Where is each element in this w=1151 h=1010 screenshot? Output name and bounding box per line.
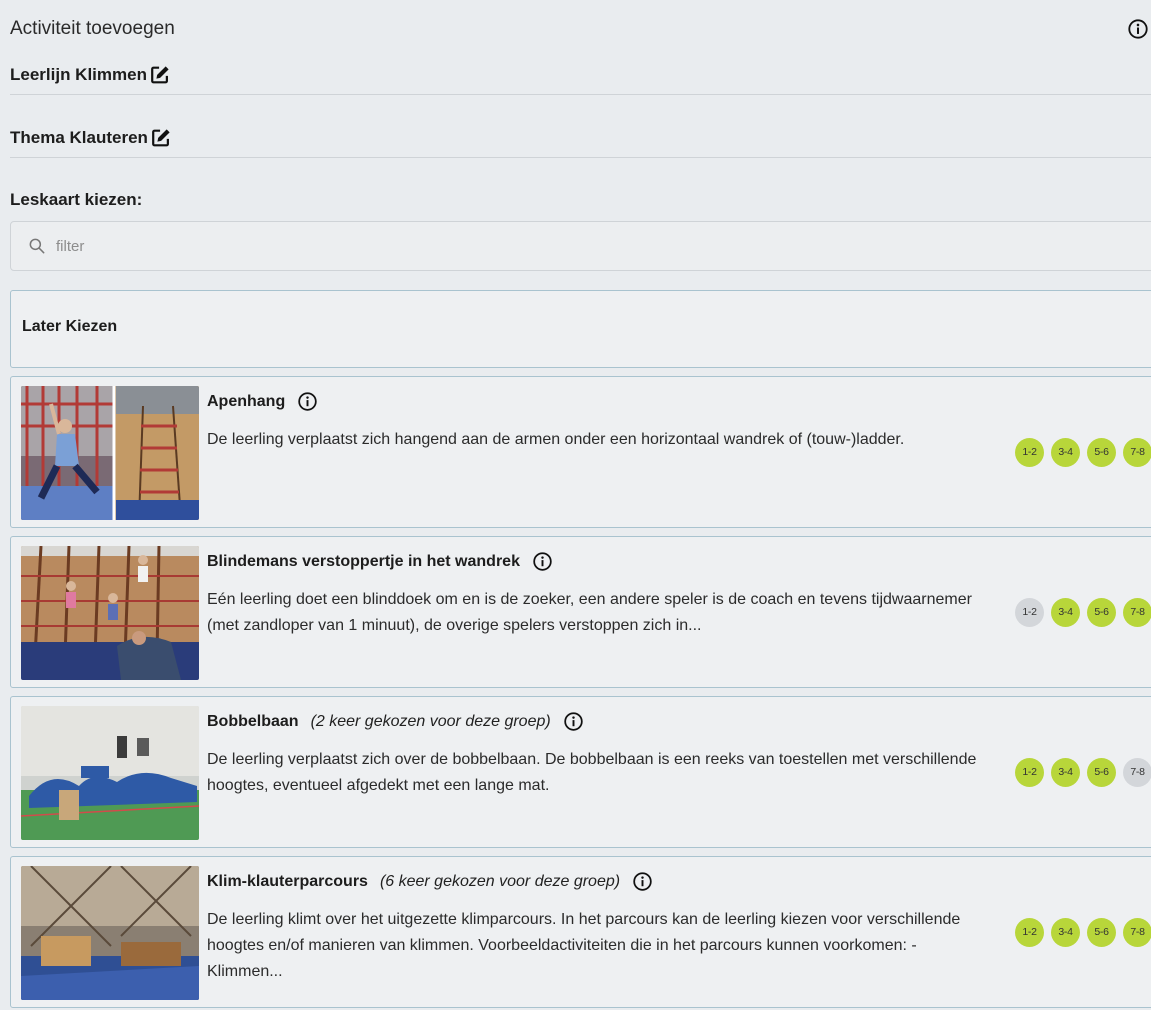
group-badge: 1-2	[1015, 917, 1044, 947]
group-badge: 7-8	[1123, 757, 1151, 787]
search-icon	[27, 236, 47, 256]
leerlijn-field: Leerlijn Klimmen	[10, 55, 1151, 95]
info-icon[interactable]	[297, 391, 318, 412]
page-title: Activiteit toevoegen	[10, 18, 175, 39]
group-badge: 5-6	[1087, 437, 1116, 467]
thema-field: Thema Klauteren	[10, 118, 1151, 158]
leskaart-label: Leskaart kiezen:	[10, 190, 143, 209]
thema-label: Thema Klauteren	[10, 127, 148, 147]
activity-name: Bobbelbaan	[207, 712, 299, 730]
group-badge: 5-6	[1087, 597, 1116, 627]
activity-selection-count: (6 keer gekozen voor deze groep)	[379, 872, 621, 890]
group-badge: 3-4	[1051, 917, 1080, 947]
group-badge: 5-6	[1087, 917, 1116, 947]
activity-card-bobbelbaan[interactable]: Bobbelbaan (2 keer gekozen voor deze gro…	[10, 696, 1151, 848]
activity-image	[21, 386, 199, 520]
group-badge: 3-4	[1051, 757, 1080, 787]
activity-name: Klim-klauterparcours	[207, 872, 368, 890]
edit-icon[interactable]	[150, 127, 172, 149]
info-icon[interactable]	[563, 711, 584, 732]
activity-image	[21, 546, 199, 680]
activity-image	[21, 706, 199, 840]
activity-name: Apenhang	[207, 392, 286, 410]
info-icon[interactable]	[532, 551, 553, 572]
activity-selection-count: (2 keer gekozen voor deze groep)	[310, 712, 551, 730]
panel-header: Activiteit toevoegen	[10, 14, 1151, 44]
activity-card-klim-klauterparcours[interactable]: Klim-klauterparcours (6 keer gekozen voo…	[10, 856, 1151, 1008]
group-badge: 7-8	[1123, 917, 1151, 947]
group-badge: 3-4	[1051, 437, 1080, 467]
group-badge: 1-2	[1015, 437, 1044, 467]
group-badges: 1-2 3-4 5-6 7-8	[1015, 537, 1151, 687]
activity-card-apenhang[interactable]: Apenhang De leerling verplaatst zich han…	[10, 376, 1151, 528]
later-kiezen-option[interactable]: Later Kiezen	[10, 290, 1151, 368]
activity-description: De leerling verplaatst zich hangend aan …	[207, 431, 905, 448]
activity-description: De leerling verplaatst zich over de bobb…	[207, 751, 977, 794]
later-kiezen-label: Later Kiezen	[22, 318, 118, 335]
activity-description: Eén leerling doet een blinddoek om en is…	[207, 591, 972, 634]
activity-name: Blindemans verstoppertje in het wandrek	[207, 552, 520, 570]
activity-description: De leerling klimt over het uitgezette kl…	[207, 911, 961, 980]
group-badge: 7-8	[1123, 597, 1151, 627]
group-badge: 7-8	[1123, 437, 1151, 467]
group-badges: 1-2 3-4 5-6 7-8	[1015, 697, 1151, 847]
add-activity-panel: Activiteit toevoegen Leerlijn Klimmen Th…	[0, 0, 1151, 1010]
filter-field[interactable]	[10, 221, 1151, 271]
edit-icon[interactable]	[149, 64, 171, 86]
activity-header: Klim-klauterparcours (6 keer gekozen voo…	[207, 871, 653, 892]
activity-header: Apenhang	[207, 391, 318, 412]
group-badges: 1-2 3-4 5-6 7-8	[1015, 857, 1151, 1007]
group-badge: 1-2	[1015, 597, 1044, 627]
info-icon[interactable]	[632, 871, 653, 892]
group-badges: 1-2 3-4 5-6 7-8	[1015, 377, 1151, 527]
activity-image	[21, 866, 199, 1000]
leerlijn-label: Leerlijn Klimmen	[10, 64, 147, 84]
group-badge: 5-6	[1087, 757, 1116, 787]
group-badge: 3-4	[1051, 597, 1080, 627]
filter-input[interactable]	[56, 237, 456, 255]
activity-card-blindemans-verstoppertje[interactable]: Blindemans verstoppertje in het wandrek …	[10, 536, 1151, 688]
activity-header: Bobbelbaan (2 keer gekozen voor deze gro…	[207, 711, 584, 732]
info-icon[interactable]	[1127, 18, 1149, 40]
activity-header: Blindemans verstoppertje in het wandrek	[207, 551, 553, 572]
group-badge: 1-2	[1015, 757, 1044, 787]
